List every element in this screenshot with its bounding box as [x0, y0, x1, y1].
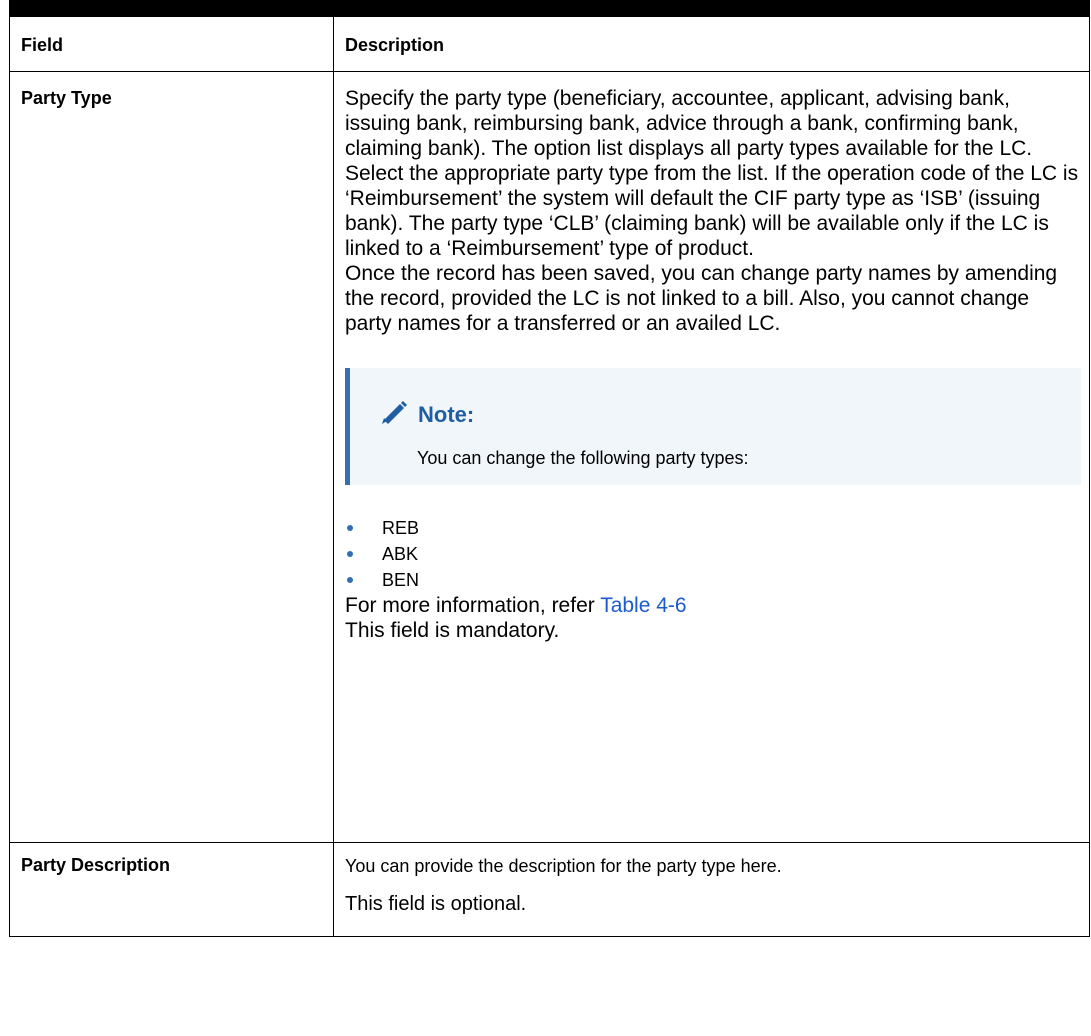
- note-box: Note: You can change the following party…: [345, 368, 1081, 485]
- note-body: You can change the following party types…: [417, 448, 749, 468]
- mandatory-note: This field is mandatory.: [345, 619, 560, 642]
- more-info: For more information, refer Table 4-6 Thi…: [345, 594, 687, 642]
- table-header-row: Field Description: [9, 16, 1090, 72]
- field-cell: Party Type: [9, 71, 334, 843]
- optional-note: This field is optional.: [345, 893, 527, 915]
- description-paragraph: Once the record has been saved, you can …: [345, 262, 1058, 335]
- description-cell: Specify the party type (beneficiary, acc…: [333, 71, 1090, 843]
- field-description-table: Field Description Party Type Specify the…: [9, 16, 1090, 937]
- list-item: REB: [345, 515, 1081, 541]
- list-item: ABK: [345, 541, 1081, 567]
- header-field: Field: [9, 16, 334, 72]
- field-cell: Party Description: [9, 842, 334, 937]
- list-item: BEN: [345, 567, 1081, 593]
- party-type-list: REB ABK BEN: [345, 515, 1081, 593]
- table-top-rule: [9, 0, 1090, 16]
- pencil-icon: [380, 398, 408, 430]
- field-name: Party Type: [21, 88, 112, 108]
- description-paragraph: You can provide the description for the …: [345, 856, 782, 876]
- table-row: Party Type Specify the party type (benef…: [9, 71, 1090, 843]
- table-row: Party Description You can provide the de…: [9, 842, 1090, 937]
- header-description: Description: [333, 16, 1090, 72]
- table-4-6-link[interactable]: Table 4-6: [600, 594, 686, 617]
- description-cell: You can provide the description for the …: [333, 842, 1090, 937]
- field-name: Party Description: [21, 855, 171, 875]
- note-title: Note:: [418, 401, 475, 427]
- description-paragraph: Specify the party type (beneficiary, acc…: [345, 87, 1079, 260]
